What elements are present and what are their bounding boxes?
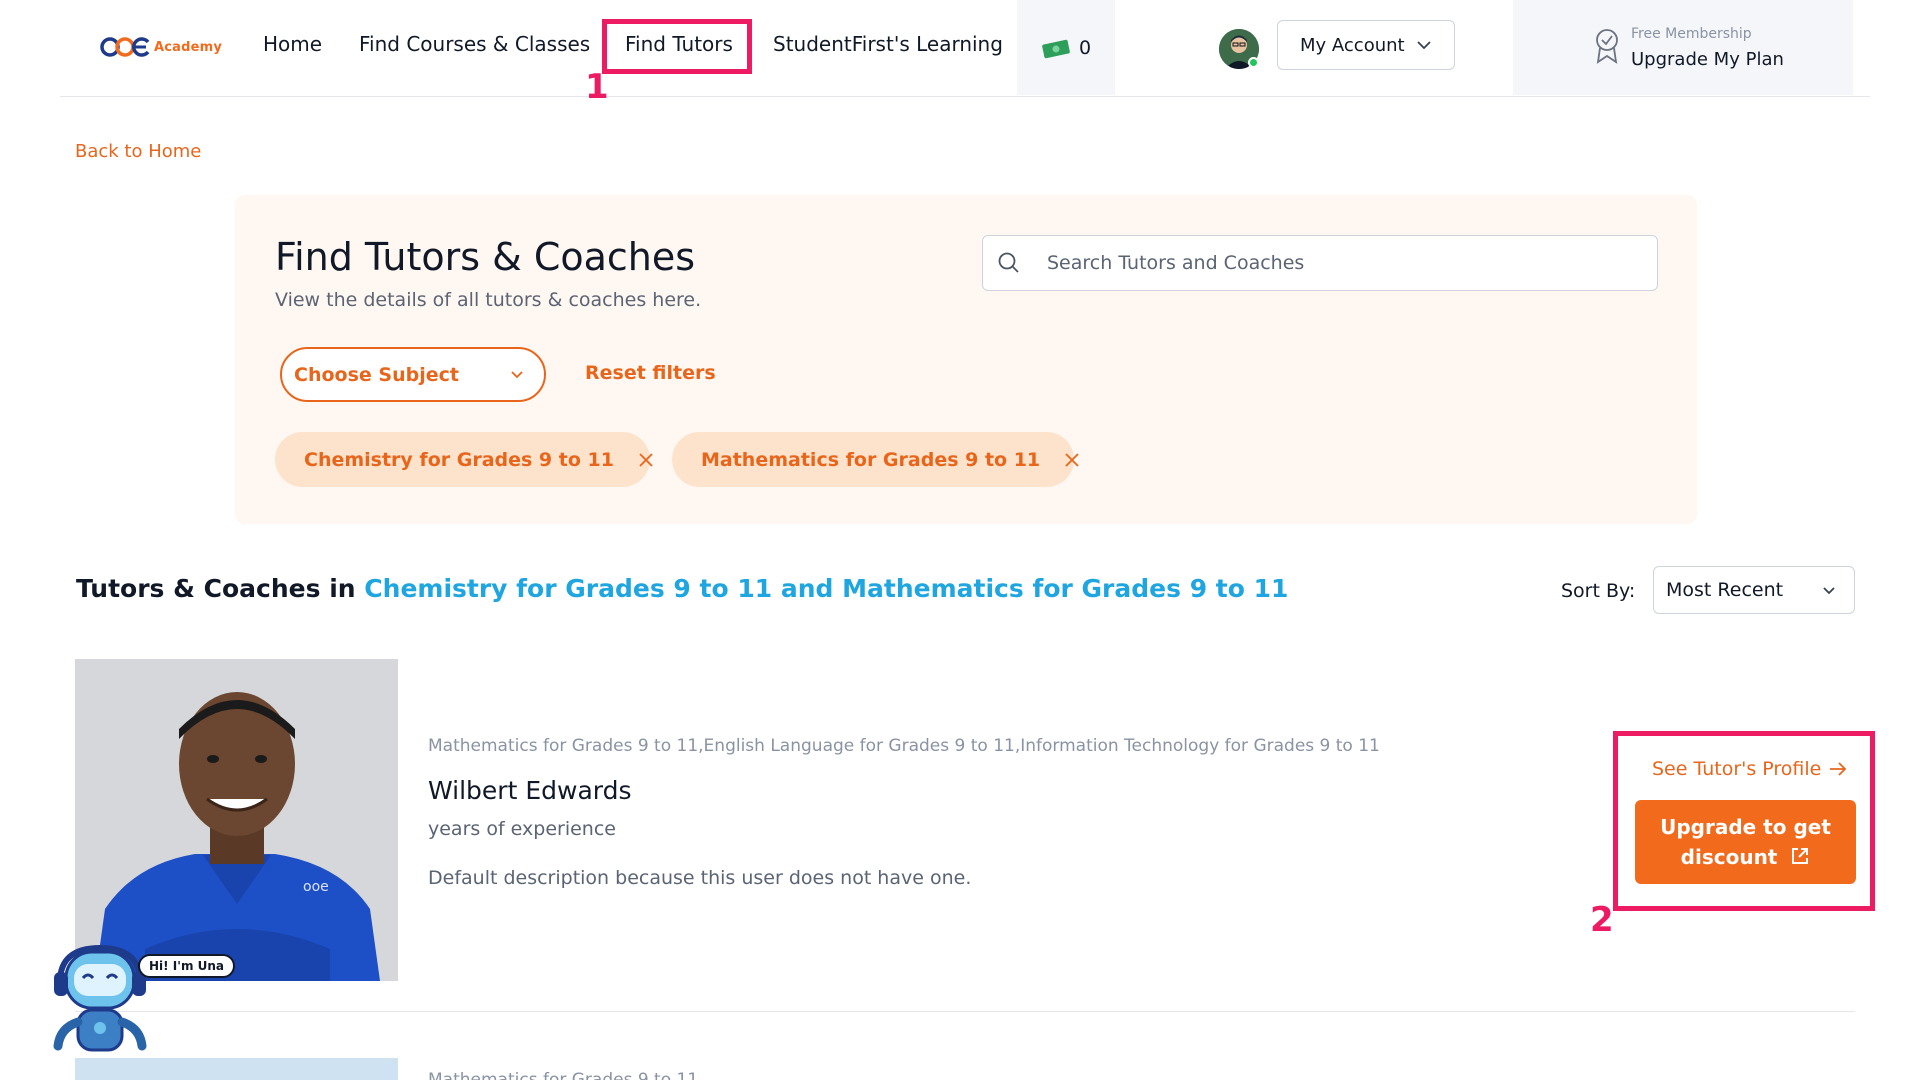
choose-subject-dropdown[interactable]: Choose Subject <box>280 347 546 402</box>
chatbot-greeting-bubble: Hi! I'm Una <box>138 954 236 978</box>
chevron-down-icon <box>511 371 523 379</box>
remove-filter-button[interactable] <box>638 452 654 468</box>
results-subject-1: Chemistry for Grades 9 to 11 <box>364 574 773 603</box>
remove-filter-button[interactable] <box>1064 452 1080 468</box>
brand-logo[interactable]: Academy <box>100 36 222 58</box>
nav-find-courses[interactable]: Find Courses & Classes <box>359 32 590 56</box>
nav-studentfirst-learning[interactable]: StudentFirst's Learning <box>773 32 1003 56</box>
sort-by-label: Sort By: <box>1561 580 1636 602</box>
nav-home[interactable]: Home <box>263 32 322 56</box>
page-title: Find Tutors & Coaches <box>275 235 696 279</box>
tutor-experience: years of experience <box>428 818 616 840</box>
upgrade-plan-link[interactable]: Upgrade My Plan <box>1631 49 1784 70</box>
choose-subject-label: Choose Subject <box>294 363 459 386</box>
close-icon <box>1065 452 1079 467</box>
filter-chip-label: Chemistry for Grades 9 to 11 <box>304 448 614 471</box>
chatbot-una-launcher[interactable] <box>40 930 160 1060</box>
award-badge-icon <box>1596 29 1618 64</box>
chevron-down-icon <box>1417 41 1431 50</box>
page-subtitle: View the details of all tutors & coaches… <box>275 289 702 311</box>
membership-tier: Free Membership <box>1631 26 1752 42</box>
search-box <box>982 235 1658 291</box>
tutor-subjects: Mathematics for Grades 9 to 11 <box>428 1070 699 1080</box>
ooe-logo-icon <box>100 37 150 57</box>
top-navigation-bar: Academy Home Find Courses & Classes Find… <box>0 0 1920 97</box>
membership-upgrade-panel[interactable]: Free Membership Upgrade My Plan <box>1513 0 1853 95</box>
results-joiner: and <box>780 574 834 603</box>
svg-text:ooe: ooe <box>303 879 329 895</box>
annotation-box-1 <box>602 19 752 74</box>
annotation-label-1: 1 <box>585 67 609 107</box>
tutor-description: Default description because this user do… <box>428 867 972 889</box>
results-subject-2: Mathematics for Grades 9 to 11 <box>842 574 1289 603</box>
close-icon <box>639 452 653 467</box>
tutor-subjects: Mathematics for Grades 9 to 11,English L… <box>428 736 1380 756</box>
back-to-home-link[interactable]: Back to Home <box>75 141 201 162</box>
filter-chip-label: Mathematics for Grades 9 to 11 <box>701 448 1041 471</box>
robot-mascot-icon <box>53 944 147 1052</box>
points-balance[interactable]: 0 <box>1017 0 1115 95</box>
results-heading: Tutors & Coaches in Chemistry for Grades… <box>76 574 1288 603</box>
search-tutors-input[interactable] <box>1047 252 1627 274</box>
filter-panel: Find Tutors & Coaches View the details o… <box>235 195 1697 524</box>
filter-chip-chemistry: Chemistry for Grades 9 to 11 <box>275 432 653 487</box>
logo-text: Academy <box>154 39 223 55</box>
cash-icon <box>1042 39 1070 58</box>
annotation-box-2 <box>1613 731 1875 911</box>
filter-chip-mathematics: Mathematics for Grades 9 to 11 <box>672 432 1079 487</box>
search-icon <box>998 252 1019 273</box>
tutor-name: Wilbert Edwards <box>428 776 632 805</box>
sort-by-dropdown[interactable]: Most Recent <box>1653 566 1855 614</box>
results-heading-prefix: Tutors & Coaches in <box>76 574 356 603</box>
my-account-dropdown[interactable]: My Account <box>1277 20 1455 70</box>
chevron-down-icon <box>1823 586 1835 594</box>
sort-by-value: Most Recent <box>1666 579 1784 601</box>
online-status-dot <box>1248 57 1259 68</box>
tutor-photo <box>75 1058 398 1080</box>
annotation-label-2: 2 <box>1590 900 1614 940</box>
reset-filters-button[interactable]: Reset filters <box>585 362 716 384</box>
header-divider <box>60 96 1870 97</box>
card-divider <box>75 1011 1855 1012</box>
my-account-label: My Account <box>1300 34 1405 56</box>
points-value: 0 <box>1078 36 1092 59</box>
